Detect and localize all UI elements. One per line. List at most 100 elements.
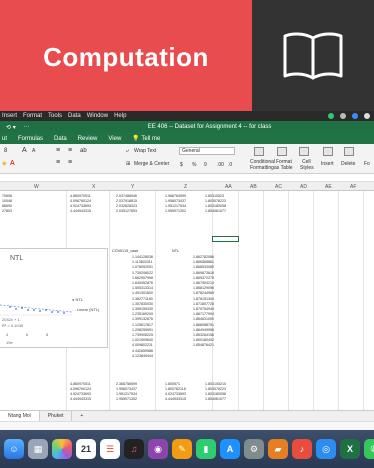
tab-layout[interactable]: ut [2, 136, 7, 142]
column-header-x[interactable]: X [92, 184, 95, 190]
reminders-icon[interactable]: ☰ [100, 439, 120, 459]
more-icon[interactable]: ··· [24, 124, 30, 130]
column-header-y[interactable]: Y [131, 184, 134, 190]
covid-value-cell[interactable]: 1.021909640 [132, 338, 153, 342]
keynote-icon[interactable]: ▰ [268, 439, 288, 459]
fill-color-icon[interactable]: ◈ [2, 160, 7, 167]
table-cell[interactable]: 27803 [2, 209, 12, 213]
covid-value-cell[interactable]: 1.125617817 [132, 323, 153, 327]
covid-value-cell[interactable]: 1.505313314 [132, 286, 153, 290]
music-icon[interactable]: ♫ [124, 439, 144, 459]
ntl-value-cell[interactable]: 1.868088751 [193, 323, 214, 327]
ntl-value-cell[interactable]: 1.870754945 [193, 307, 214, 311]
status-circle-icon[interactable] [340, 113, 346, 119]
add-sheet-button[interactable]: + [72, 411, 91, 421]
menu-window[interactable]: Window [87, 113, 108, 119]
covid-value-cell[interactable]: 1.739906225 [132, 333, 153, 337]
ntl-value-cell[interactable]: 1.853264156 [193, 333, 214, 337]
table-cell[interactable]: 2.035127893 [116, 209, 137, 213]
ntl-value-cell[interactable]: 1.871807728 [193, 302, 214, 306]
table-cell[interactable]: 1.951217534 [165, 204, 186, 208]
selected-cell[interactable] [212, 236, 239, 242]
table-cell[interactable]: 2.037918815 [116, 199, 137, 203]
menu-help[interactable]: Help [114, 113, 126, 119]
table-cell[interactable]: 4.444943315 [165, 397, 186, 401]
table-cell[interactable]: 4.444943315 [70, 209, 91, 213]
align-left-icon[interactable]: ≡ [56, 147, 60, 154]
format-button[interactable]: Fo [364, 161, 370, 167]
insert-button[interactable]: Insert [321, 161, 334, 167]
table-cell[interactable]: 4.924733693 [70, 204, 91, 208]
table-cell[interactable]: 1.803105210 [205, 382, 226, 386]
covid-header-cell[interactable]: COVID19_case [112, 249, 138, 253]
menu-tools[interactable]: Tools [48, 113, 62, 119]
menu-data[interactable]: Data [68, 113, 81, 119]
table-cell[interactable]: 2.037486946 [116, 194, 137, 198]
orientation-icon[interactable]: ab [80, 148, 87, 154]
table-cell[interactable]: 1.955971302 [165, 209, 186, 213]
ntl-value-cell[interactable]: 1.878244969 [193, 291, 214, 295]
comma-button[interactable]: 9 [204, 162, 207, 168]
ntl-value-cell[interactable]: 1.876151304 [193, 297, 214, 301]
covid-value-cell[interactable]: 4.009802211 [132, 343, 153, 347]
align-center-icon[interactable]: ≡ [68, 147, 72, 154]
sheet-tab-ntang-moi[interactable]: Ntang Moi [0, 411, 40, 421]
number-format-select[interactable]: General [179, 147, 235, 155]
covid-value-cell[interactable]: 1.399159330 [132, 307, 153, 311]
table-cell[interactable]: 4.860970511 [70, 194, 91, 198]
format-as-table-icon[interactable] [277, 147, 287, 156]
table-cell[interactable]: 2.032828323 [116, 204, 137, 208]
ntl-value-cell[interactable]: 1.800180402 [193, 338, 214, 342]
column-header-af[interactable]: AF [350, 184, 356, 190]
launchpad-icon[interactable]: ▦ [28, 439, 48, 459]
calendar-icon[interactable]: 21 [76, 439, 96, 459]
table-cell[interactable]: 70606 [2, 194, 12, 198]
table-cell[interactable]: 1.951217534 [116, 392, 137, 396]
decrease-decimal-button[interactable]: .0 [228, 162, 232, 168]
formula-bar[interactable] [0, 174, 374, 182]
excel-icon[interactable]: X [340, 439, 360, 459]
table-cell[interactable]: 1.854061077 [205, 209, 226, 213]
table-cell[interactable]: 4.024733693 [165, 392, 186, 396]
cell-styles-icon[interactable] [299, 147, 309, 156]
delete-button[interactable]: Delete [341, 161, 355, 167]
column-header-ac[interactable]: AC [275, 184, 282, 190]
undo-icon[interactable]: ⟲ ▾ [6, 124, 16, 131]
table-cell[interactable]: 1.966764599 [165, 194, 186, 198]
covid-value-cell[interactable]: 1.399132676 [132, 317, 153, 321]
column-header-ad[interactable]: AD [300, 184, 307, 190]
delete-cells-icon[interactable] [344, 147, 354, 156]
covid-value-cell[interactable]: 4.442659586 [132, 349, 153, 353]
table-cell[interactable]: 1.800762118 [165, 387, 186, 391]
wrap-text-icon[interactable]: ⤶ [126, 148, 129, 154]
wifi-icon[interactable] [364, 113, 370, 119]
column-header-w[interactable]: W [34, 184, 39, 190]
ntl-value-cell[interactable]: 1.864949956 [193, 328, 214, 332]
insert-cells-icon[interactable] [323, 147, 333, 156]
table-cell[interactable]: 1.958073437 [116, 387, 137, 391]
covid-value-cell[interactable]: 1.382771180 [132, 297, 153, 301]
menu-insert[interactable]: Insert [2, 113, 17, 119]
ntl-chart[interactable]: NTL ● NTL - - Linear (NTL) 2042x + 1. R²… [0, 248, 108, 348]
messages-icon[interactable]: ✆ [364, 439, 374, 459]
ntl-value-cell[interactable]: 1.862782086 [193, 255, 214, 259]
covid-value-cell[interactable]: 1.662957998 [132, 276, 153, 280]
font-size-value[interactable]: 8 [4, 148, 7, 154]
menu-format[interactable]: Format [23, 113, 42, 119]
table-cell[interactable]: 1.80310523 [205, 194, 224, 198]
tab-review[interactable]: Review [78, 136, 98, 142]
ntl-value-cell[interactable]: 1.867177994 [193, 312, 214, 316]
ntl-value-cell[interactable]: 1.869873618 [193, 271, 214, 275]
align-right-icon[interactable]: ≡ [56, 159, 60, 166]
tab-formulas[interactable]: Formulas [18, 136, 43, 142]
increase-decimal-button[interactable]: .00 [217, 162, 224, 168]
photos-icon[interactable] [52, 439, 72, 459]
merge-icon[interactable]: ⊞ [126, 161, 130, 167]
covid-value-cell[interactable]: 1.078092091 [132, 265, 153, 269]
table-cell[interactable]: 4.924733693 [70, 392, 91, 396]
safari-icon[interactable]: ◎ [316, 439, 336, 459]
covid-value-cell[interactable]: 1.739206022 [132, 271, 153, 275]
table-cell[interactable]: 4.096760124 [70, 199, 91, 203]
column-header-z[interactable]: Z [184, 184, 187, 190]
table-cell[interactable]: 1.955971302 [116, 397, 137, 401]
